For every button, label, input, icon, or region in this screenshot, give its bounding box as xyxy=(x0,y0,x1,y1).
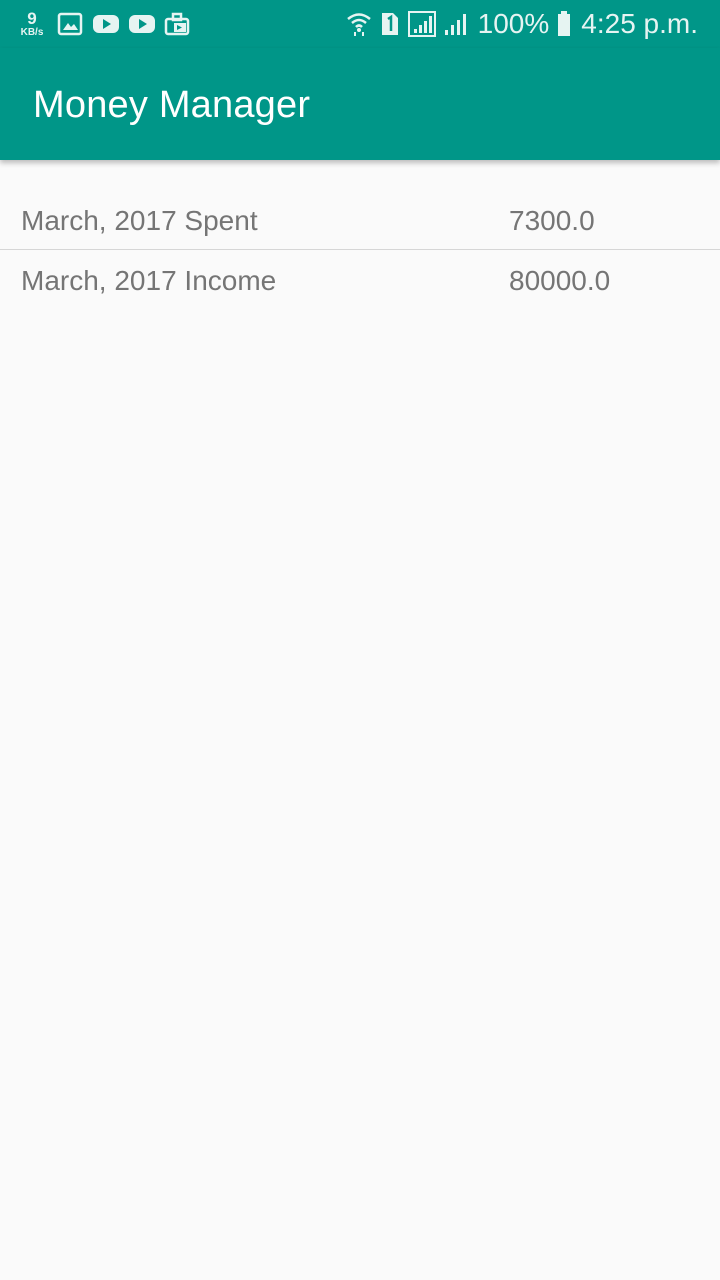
signal-box-icon xyxy=(407,11,436,37)
summary-amount: 7300.0 xyxy=(509,205,595,236)
status-left-area: 9 KB/s xyxy=(16,0,200,48)
summary-row-spent[interactable]: March, 2017 Spent 7300.0 xyxy=(0,160,720,250)
app-bar: Money Manager xyxy=(0,48,720,160)
sim-1-icon xyxy=(380,11,400,37)
summary-label: March, 2017 Spent xyxy=(21,205,258,236)
youtube-icon xyxy=(128,12,156,36)
summary-row-income[interactable]: March, 2017 Income 80000.0 xyxy=(0,250,720,309)
battery-icon xyxy=(557,11,571,37)
status-bar: 9 KB/s 100% 4:25 p.m. xyxy=(0,0,720,48)
clock: 4:25 p.m. xyxy=(581,8,698,39)
battery-percent: 100% xyxy=(477,8,550,39)
summary-list: March, 2017 Spent 7300.0 March, 2017 Inc… xyxy=(0,160,720,309)
gallery-icon xyxy=(56,12,84,36)
work-bag-icon xyxy=(164,12,192,36)
status-right-area: 100% 4:25 p.m. xyxy=(338,0,698,48)
network-speed: 9 KB/s xyxy=(16,10,48,38)
app-title: Money Manager xyxy=(33,84,311,126)
summary-label: March, 2017 Income xyxy=(21,265,277,296)
network-speed-value: 9 xyxy=(27,9,37,28)
youtube-icon xyxy=(92,12,120,36)
network-speed-unit: KB/s xyxy=(20,27,44,38)
summary-amount: 80000.0 xyxy=(509,265,611,296)
wifi-icon xyxy=(346,11,372,37)
signal-bars-icon xyxy=(444,11,470,37)
